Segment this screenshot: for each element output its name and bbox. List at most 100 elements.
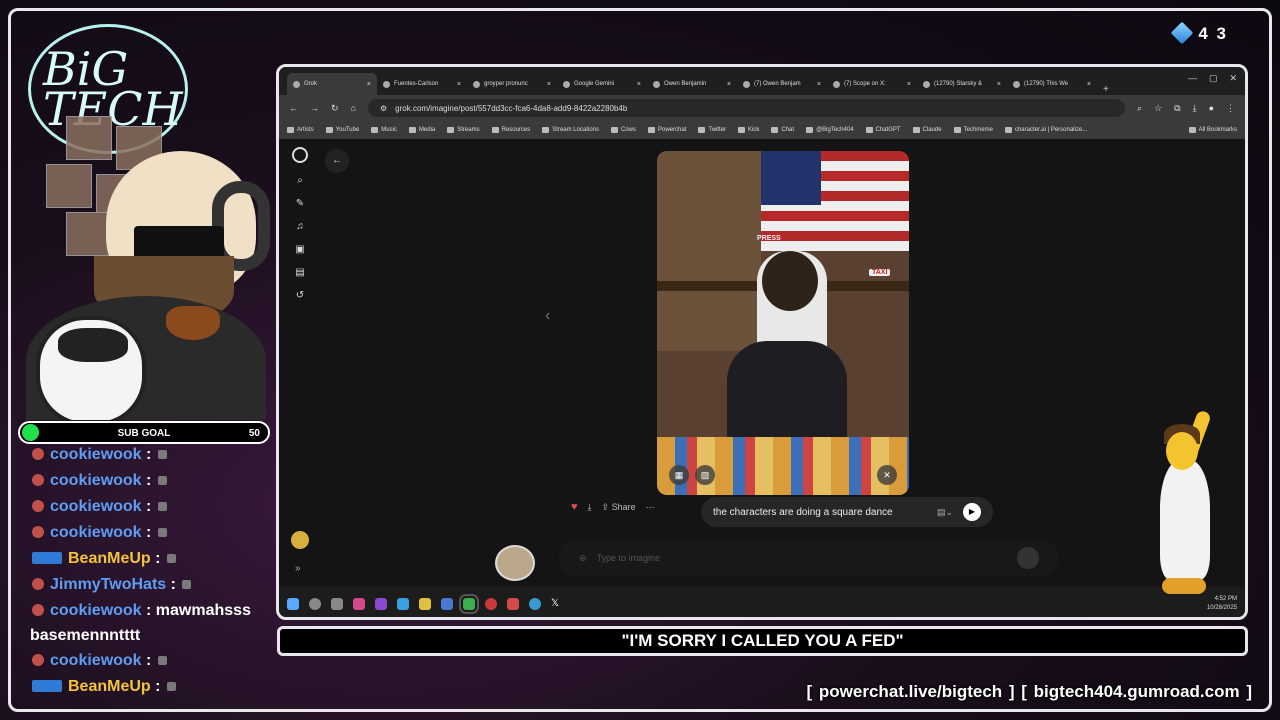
app-icon[interactable] <box>507 597 519 610</box>
menu-icon[interactable]: ⋮ <box>1226 103 1235 114</box>
x-app-icon[interactable]: 𝕏 <box>551 598 559 609</box>
close-window-icon[interactable]: ✕ <box>1229 73 1237 84</box>
browser-tab[interactable]: (7) Scope on X: × <box>827 73 917 95</box>
browser-tab[interactable]: Owen Benjamin × <box>647 73 737 95</box>
imagine-input[interactable]: ⊕ Type to imagine <box>559 539 1059 577</box>
browser-tab[interactable]: Fuentes-Carlson × <box>377 73 467 95</box>
url-field[interactable]: ⚙ grok.com/imagine/post/557dd3cc-fca6-4da… <box>367 99 1126 117</box>
steam-icon[interactable] <box>441 597 453 610</box>
profile-icon[interactable]: ● <box>1209 103 1214 114</box>
chat-username[interactable]: cookiewook <box>50 472 142 489</box>
extensions-icon[interactable]: ⧉ <box>1174 103 1180 114</box>
download-post-icon[interactable]: ⤓ <box>588 502 592 513</box>
bookmark-star-icon[interactable]: ☆ <box>1154 103 1162 114</box>
maximize-icon[interactable]: ▢ <box>1209 73 1218 84</box>
zoom-icon[interactable]: ⌕ <box>1137 103 1142 114</box>
site-info-icon[interactable]: ⚙ <box>380 104 387 113</box>
bookmark-item[interactable]: Cows <box>611 127 636 133</box>
back-button[interactable]: ← <box>325 149 349 173</box>
bookmark-item[interactable]: YouTube <box>325 127 359 133</box>
bookmark-item[interactable]: Resources <box>491 127 530 133</box>
bookmark-item[interactable]: Chat <box>771 127 794 133</box>
forward-icon[interactable]: → <box>310 103 319 113</box>
image-icon[interactable]: ▨ <box>695 465 715 485</box>
bookmark-item[interactable]: Stream Locations <box>542 127 599 133</box>
close-tab-icon[interactable]: × <box>907 81 911 88</box>
taskview-icon[interactable] <box>331 597 343 610</box>
bookmark-item[interactable]: Techmeme <box>953 127 993 133</box>
home-icon[interactable]: ⌂ <box>351 103 356 113</box>
browser-tab[interactable]: groyper pronunc × <box>467 73 557 95</box>
mute-icon[interactable]: ✕ <box>877 465 897 485</box>
prompt-box[interactable]: the characters are doing a square dance … <box>701 497 993 527</box>
bookmark-item[interactable]: ChatGPT <box>865 127 901 133</box>
edit-icon[interactable]: ✎ <box>296 198 304 209</box>
browser-tab[interactable]: (12790) Starsky & × <box>917 73 1007 95</box>
new-tab-icon[interactable]: + <box>1097 84 1115 95</box>
chat-username[interactable]: cookiewook <box>50 602 142 619</box>
app-icon[interactable] <box>353 597 365 610</box>
chat-username[interactable]: BeanMeUp <box>68 678 151 695</box>
bookmark-item[interactable]: Artists <box>287 127 314 133</box>
close-tab-icon[interactable]: × <box>637 81 641 88</box>
previous-arrow-icon[interactable]: ‹ <box>545 307 550 325</box>
start-icon[interactable] <box>287 597 299 610</box>
minimize-icon[interactable]: — <box>1188 73 1197 84</box>
grok-logo-icon[interactable] <box>292 147 308 163</box>
reload-icon[interactable]: ↻ <box>331 103 339 114</box>
voice-icon[interactable]: ♫ <box>296 221 304 232</box>
attach-icon[interactable]: ⊕ <box>579 553 587 564</box>
chat-username[interactable]: JimmyTwoHats <box>50 576 166 593</box>
bookmark-item[interactable]: Twitter <box>698 127 726 133</box>
close-tab-icon[interactable]: × <box>547 81 551 88</box>
browser-tab[interactable]: Grok × <box>287 73 377 95</box>
close-tab-icon[interactable]: × <box>727 81 731 88</box>
close-tab-icon[interactable]: × <box>367 81 371 88</box>
close-tab-icon[interactable]: × <box>1087 81 1091 88</box>
generated-video[interactable]: PRESS TAXI ▦ ▨ ✕ <box>657 151 909 495</box>
bookmark-item[interactable]: Streams <box>447 127 480 133</box>
close-tab-icon[interactable]: × <box>457 81 461 88</box>
more-options-icon[interactable]: ⋯ <box>646 502 655 513</box>
download-icon[interactable]: ⤓ <box>1193 103 1197 114</box>
media-thumbnail[interactable] <box>495 545 535 581</box>
bookmark-item[interactable]: Powerchat <box>648 127 686 133</box>
file-explorer-icon[interactable] <box>419 597 431 610</box>
bookmark-item[interactable]: Media <box>408 127 435 133</box>
telegram-icon[interactable] <box>529 597 541 610</box>
app-icon[interactable] <box>397 597 409 610</box>
chat-username[interactable]: cookiewook <box>50 446 142 463</box>
all-bookmarks[interactable]: All Bookmarks <box>1188 127 1237 133</box>
chrome-icon[interactable] <box>459 593 479 614</box>
send-button[interactable] <box>1017 547 1039 569</box>
like-heart-icon[interactable]: ♥ <box>571 501 578 513</box>
frames-icon[interactable]: ▦ <box>669 465 689 485</box>
share-button[interactable]: ⇪ Share <box>602 502 636 513</box>
obs-icon[interactable] <box>485 597 497 610</box>
imagine-icon[interactable]: ▣ <box>295 244 304 255</box>
search-icon[interactable]: ⌕ <box>297 175 303 186</box>
projects-icon[interactable]: ▤ <box>295 267 304 278</box>
app-icon[interactable] <box>375 597 387 610</box>
bookmark-item[interactable]: @BigTech404 <box>806 127 854 133</box>
bookmark-item[interactable]: Kick <box>738 127 759 133</box>
browser-tab[interactable]: (7) Owen Benjam × <box>737 73 827 95</box>
play-button[interactable]: ▶ <box>963 503 981 521</box>
browser-tab[interactable]: (12790) This We × <box>1007 73 1097 95</box>
chat-username[interactable]: cookiewook <box>50 524 142 541</box>
search-taskbar-icon[interactable] <box>309 597 321 610</box>
chat-username[interactable]: BeanMeUp <box>68 550 151 567</box>
expand-sidebar-icon[interactable]: » <box>295 563 301 574</box>
history-icon[interactable]: ↺ <box>296 290 304 301</box>
close-tab-icon[interactable]: × <box>997 81 1001 88</box>
close-tab-icon[interactable]: × <box>817 81 821 88</box>
user-avatar[interactable] <box>291 531 309 549</box>
chat-username[interactable]: cookiewook <box>50 652 142 669</box>
bookmark-item[interactable]: Music <box>371 127 397 133</box>
bookmark-item[interactable]: Claude <box>912 127 942 133</box>
chat-username[interactable]: cookiewook <box>50 498 142 515</box>
bookmark-item[interactable]: character.ai | Personalize... <box>1004 127 1087 133</box>
browser-tab[interactable]: Google Gemini × <box>557 73 647 95</box>
mode-select-icon[interactable]: ▤⌄ <box>937 507 953 518</box>
back-icon[interactable]: ← <box>289 103 298 113</box>
